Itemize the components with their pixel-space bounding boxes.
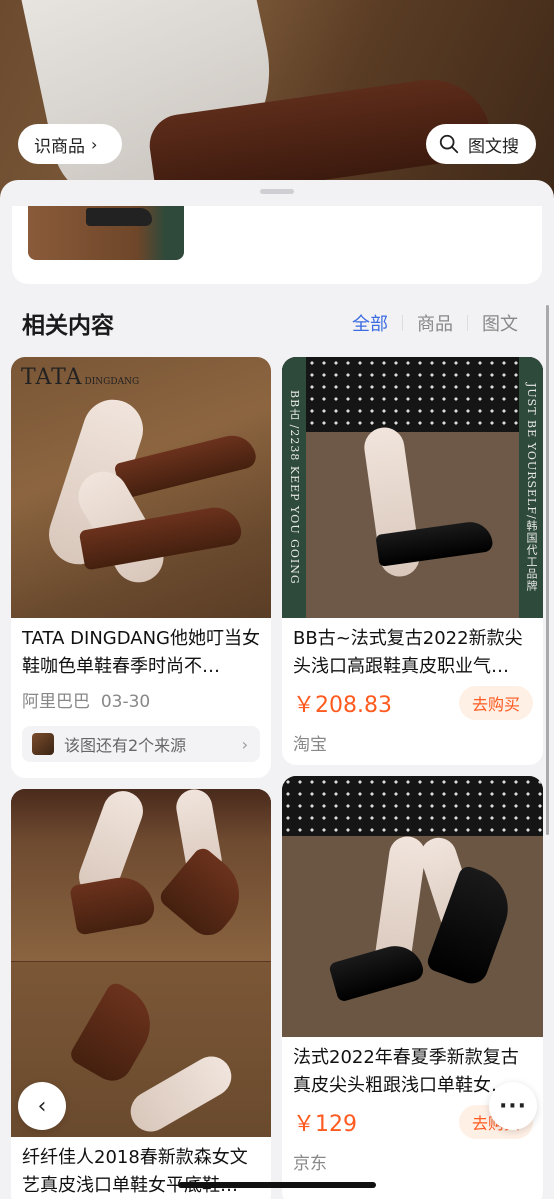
result-image bbox=[282, 776, 543, 1037]
chevron-right-icon: › bbox=[91, 134, 98, 154]
home-indicator bbox=[178, 1182, 376, 1188]
brand-watermark: TATA DINGDANG bbox=[21, 365, 140, 390]
result-store: 京东 bbox=[293, 1154, 327, 1174]
back-button[interactable]: ‹ bbox=[18, 1082, 66, 1130]
result-image: TATA DINGDANG bbox=[11, 357, 271, 618]
result-price: ￥208.83 bbox=[293, 693, 392, 718]
result-store: 淘宝 bbox=[293, 735, 327, 755]
result-title: 纤纤佳人2018春新款森女文艺真皮浅口单鞋女平底鞋… bbox=[22, 1147, 248, 1196]
brand-band-left: BB古 /2238 KEEP YOU GOING bbox=[282, 357, 306, 618]
result-date: 03-30 bbox=[100, 692, 151, 712]
result-image: BB古 /2238 KEEP YOU GOING JUST BE YOURSEL… bbox=[282, 357, 543, 618]
section-title: 相关内容 bbox=[22, 313, 114, 339]
scrollbar[interactable] bbox=[546, 305, 549, 835]
more-sources-label: 该图还有2个来源 bbox=[64, 736, 187, 755]
result-card[interactable]: 法式2022年春夏季新款复古真皮尖头粗跟浅口单鞋女… ￥129 去购买 京东 bbox=[282, 776, 543, 1199]
result-source: 阿里巴巴 bbox=[22, 692, 90, 712]
filter-tabs: 全部 商品 图文 bbox=[352, 310, 518, 336]
previous-result-thumbnail bbox=[28, 206, 184, 260]
result-card[interactable]: TATA DINGDANG TATA DINGDANG他她叮当女鞋咖色单鞋春季时尚… bbox=[11, 357, 271, 778]
tab-products[interactable]: 商品 bbox=[417, 310, 453, 336]
result-price: ￥129 bbox=[293, 1112, 357, 1137]
result-title: TATA DINGDANG他她叮当女鞋咖色单鞋春季时尚不… bbox=[22, 628, 260, 677]
hero-image bbox=[0, 0, 554, 200]
source-thumbnail-icon bbox=[32, 733, 54, 755]
more-icon: ··· bbox=[498, 1093, 528, 1119]
identify-product-label: 识商品 bbox=[34, 136, 85, 157]
brand-band-right: JUST BE YOURSELF/韩国代工品牌 bbox=[519, 357, 543, 618]
search-icon bbox=[439, 134, 459, 154]
sheet-drag-handle[interactable] bbox=[260, 189, 294, 194]
tab-divider bbox=[402, 315, 403, 331]
tab-all[interactable]: 全部 bbox=[352, 310, 388, 336]
chevron-right-icon: › bbox=[241, 734, 248, 754]
result-meta: 阿里巴巴 03-30 bbox=[22, 687, 150, 712]
identify-product-button[interactable]: 识商品 › bbox=[18, 124, 122, 164]
buy-button[interactable]: 去购买 bbox=[459, 686, 533, 720]
tab-divider bbox=[467, 315, 468, 331]
image-text-search-button[interactable]: 图文搜 bbox=[426, 124, 536, 164]
result-card[interactable]: 纤纤佳人2018春新款森女文艺真皮浅口单鞋女平底鞋… bbox=[11, 789, 271, 1199]
image-text-search-label: 图文搜 bbox=[468, 136, 519, 157]
results-sheet[interactable]: 相关内容 全部 商品 图文 TATA DINGDANG TATA DINGDANG… bbox=[0, 180, 554, 1199]
more-sources-row[interactable]: 该图还有2个来源 › bbox=[22, 726, 260, 762]
previous-result-card[interactable] bbox=[12, 206, 542, 284]
tab-image-text[interactable]: 图文 bbox=[482, 310, 518, 336]
result-title: BB古~法式复古2022新款尖头浅口高跟鞋真皮职业气… bbox=[293, 628, 523, 677]
more-button[interactable]: ··· bbox=[489, 1082, 537, 1130]
result-card[interactable]: BB古 /2238 KEEP YOU GOING JUST BE YOURSEL… bbox=[282, 357, 543, 765]
back-icon: ‹ bbox=[37, 1093, 47, 1119]
